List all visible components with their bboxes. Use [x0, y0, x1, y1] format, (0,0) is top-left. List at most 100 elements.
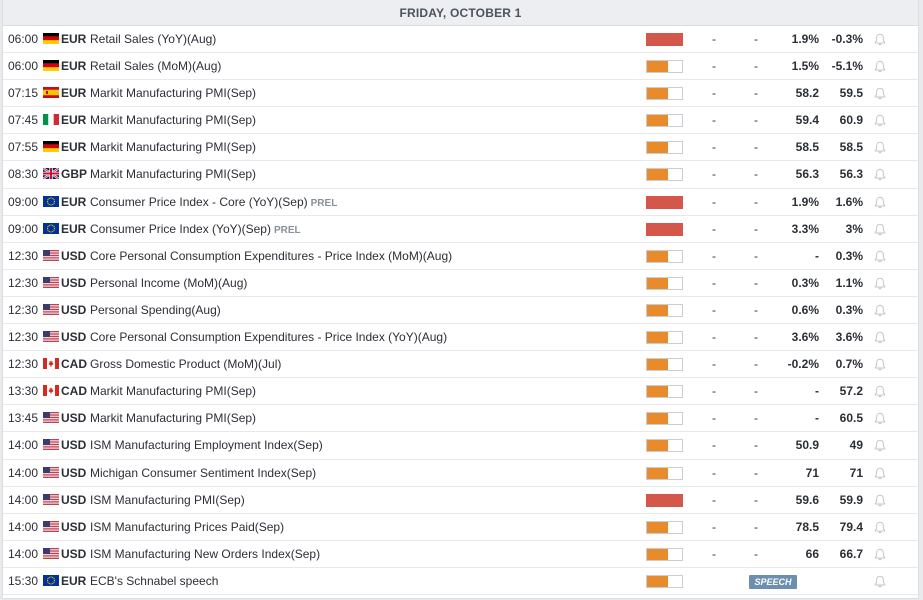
event-row[interactable]: 07:55 EUR Markit Manufacturing PMI(Sep) … — [3, 134, 918, 162]
event-previous: 0.7% — [835, 357, 863, 372]
event-row[interactable]: 12:30 USD Core Personal Consumption Expe… — [3, 324, 918, 352]
impact-fill — [647, 142, 668, 154]
bell-icon[interactable] — [873, 494, 887, 507]
event-name[interactable]: Core Personal Consumption Expenditures -… — [90, 330, 447, 344]
event-actual: - — [712, 330, 716, 345]
event-name[interactable]: Markit Manufacturing PMI(Sep) — [90, 113, 256, 127]
event-row[interactable]: 12:30 USD Personal Income (MoM)(Aug) - -… — [3, 270, 918, 297]
event-deviation: - — [754, 194, 758, 209]
event-row[interactable]: 08:30 GBP Markit Manufacturing PMI(Sep) … — [3, 161, 918, 189]
bell-icon[interactable] — [873, 331, 887, 344]
bell-icon[interactable] — [873, 358, 887, 371]
flag-eu-icon — [43, 222, 59, 234]
bell-icon[interactable] — [873, 250, 887, 263]
bell-icon[interactable] — [873, 223, 887, 236]
event-name[interactable]: Markit Manufacturing PMI(Sep) — [90, 384, 256, 398]
event-row[interactable]: 12:30 USD Personal Spending(Aug) - - 0.6… — [3, 297, 918, 325]
event-previous: 0.3% — [835, 248, 863, 263]
event-name[interactable]: Markit Manufacturing PMI(Sep) — [90, 140, 256, 154]
event-name[interactable]: ECB's Schnabel speech — [90, 574, 218, 588]
event-currency: GBP — [61, 167, 88, 182]
bell-icon[interactable] — [873, 548, 887, 561]
event-consensus: 78.5 — [795, 519, 819, 534]
event-name[interactable]: ISM Manufacturing PMI(Sep) — [90, 493, 245, 507]
event-row[interactable]: 06:00 EUR Retail Sales (MoM)(Aug) - - 1.… — [3, 53, 918, 81]
event-row[interactable]: 13:30 CAD Markit Manufacturing PMI(Sep) … — [3, 378, 918, 406]
flag-eu-icon — [43, 195, 59, 207]
bell-icon[interactable] — [873, 168, 887, 181]
event-name[interactable]: Personal Income (MoM)(Aug) — [90, 276, 247, 290]
event-name[interactable]: Retail Sales (YoY)(Aug) — [90, 32, 216, 46]
bell-icon[interactable] — [873, 277, 887, 290]
event-consensus: - — [815, 384, 819, 399]
event-previous: 1.6% — [835, 194, 863, 209]
bell-icon[interactable] — [873, 575, 887, 588]
event-previous: 60.5 — [839, 411, 863, 426]
event-consensus: 71 — [805, 465, 819, 480]
event-name[interactable]: ISM Manufacturing Employment Index(Sep) — [90, 438, 323, 452]
bell-icon[interactable] — [873, 141, 887, 154]
event-deviation: - — [754, 546, 758, 561]
event-name[interactable]: Markit Manufacturing PMI(Sep) — [90, 167, 256, 181]
event-time: 08:30 — [8, 167, 39, 182]
event-time: 07:45 — [8, 113, 39, 128]
event-row[interactable]: 14:00 USD ISM Manufacturing Employment I… — [3, 432, 918, 460]
event-name[interactable]: ISM Manufacturing New Orders Index(Sep) — [90, 547, 320, 561]
event-row[interactable]: 07:15 EUR Markit Manufacturing PMI(Sep) … — [3, 80, 918, 108]
bell-icon[interactable] — [873, 412, 887, 425]
impact-meter — [646, 331, 683, 345]
impact-fill — [647, 34, 682, 45]
event-time: 15:30 — [8, 573, 39, 588]
bell-icon[interactable] — [873, 467, 887, 480]
speech-tag: SPEECH — [749, 574, 797, 589]
impact-meter — [646, 141, 683, 155]
event-row[interactable]: 14:00 USD ISM Manufacturing New Orders I… — [3, 541, 918, 568]
event-row[interactable]: 13:45 USD Markit Manufacturing PMI(Sep) … — [3, 405, 918, 433]
bell-icon[interactable] — [873, 33, 887, 46]
event-actual: - — [712, 411, 716, 426]
bell-icon[interactable] — [873, 385, 887, 398]
event-row[interactable]: 14:00 USD Michigan Consumer Sentiment In… — [3, 460, 918, 487]
event-actual: - — [712, 465, 716, 480]
event-name[interactable]: Retail Sales (MoM)(Aug) — [90, 59, 221, 73]
bell-icon[interactable] — [873, 87, 887, 100]
event-name[interactable]: ISM Manufacturing Prices Paid(Sep) — [90, 520, 284, 534]
event-consensus: 58.2 — [795, 86, 819, 101]
prel-badge: PREL — [310, 197, 338, 209]
event-name[interactable]: Personal Spending(Aug) — [90, 303, 221, 317]
bell-icon[interactable] — [873, 439, 887, 452]
event-time: 06:00 — [8, 32, 39, 46]
event-row[interactable]: 15:30 EUR ECB's Schnabel speech SPEECH — [3, 568, 918, 595]
bell-icon[interactable] — [873, 521, 887, 534]
event-name[interactable]: Markit Manufacturing PMI(Sep) — [90, 86, 256, 100]
event-row[interactable]: 14:00 USD ISM Manufacturing PMI(Sep) - -… — [3, 487, 918, 514]
impact-meter — [646, 412, 683, 426]
event-actual: - — [712, 113, 716, 128]
event-row[interactable]: 09:00 EUR Consumer Price Index (YoY)(Sep… — [3, 216, 918, 243]
event-row[interactable]: 07:45 EUR Markit Manufacturing PMI(Sep) … — [3, 107, 918, 135]
event-row[interactable]: 12:30 CAD Gross Domestic Product (MoM)(J… — [3, 351, 918, 379]
event-actual: - — [712, 248, 716, 263]
event-row[interactable]: 12:30 USD Core Personal Consumption Expe… — [3, 243, 918, 270]
event-currency: EUR — [61, 194, 87, 209]
event-currency: EUR — [61, 59, 87, 74]
event-consensus: 3.3% — [791, 221, 819, 236]
event-name[interactable]: Markit Manufacturing PMI(Sep) — [90, 411, 256, 425]
event-name[interactable]: Gross Domestic Product (MoM)(Jul) — [90, 357, 281, 371]
event-name[interactable]: Core Personal Consumption Expenditures -… — [90, 249, 452, 263]
event-row[interactable]: 06:00 EUR Retail Sales (YoY)(Aug) - - 1.… — [3, 26, 918, 54]
event-previous: 59.9 — [839, 492, 863, 507]
event-name[interactable]: Consumer Price Index - Core (YoY)(Sep) — [90, 195, 308, 209]
event-name[interactable]: Consumer Price Index (YoY)(Sep) — [90, 222, 271, 236]
bell-icon[interactable] — [873, 60, 887, 73]
flag-ca-icon — [43, 385, 59, 397]
event-name[interactable]: Michigan Consumer Sentiment Index(Sep) — [90, 466, 316, 480]
impact-meter — [646, 114, 683, 128]
bell-icon[interactable] — [873, 304, 887, 317]
event-row[interactable]: 09:00 EUR Consumer Price Index - Core (Y… — [3, 189, 918, 216]
bell-icon[interactable] — [873, 114, 887, 127]
event-row[interactable]: 14:00 USD ISM Manufacturing Prices Paid(… — [3, 514, 918, 541]
bell-icon[interactable] — [873, 196, 887, 209]
impact-meter — [646, 358, 683, 372]
event-previous: 0.3% — [835, 302, 863, 317]
